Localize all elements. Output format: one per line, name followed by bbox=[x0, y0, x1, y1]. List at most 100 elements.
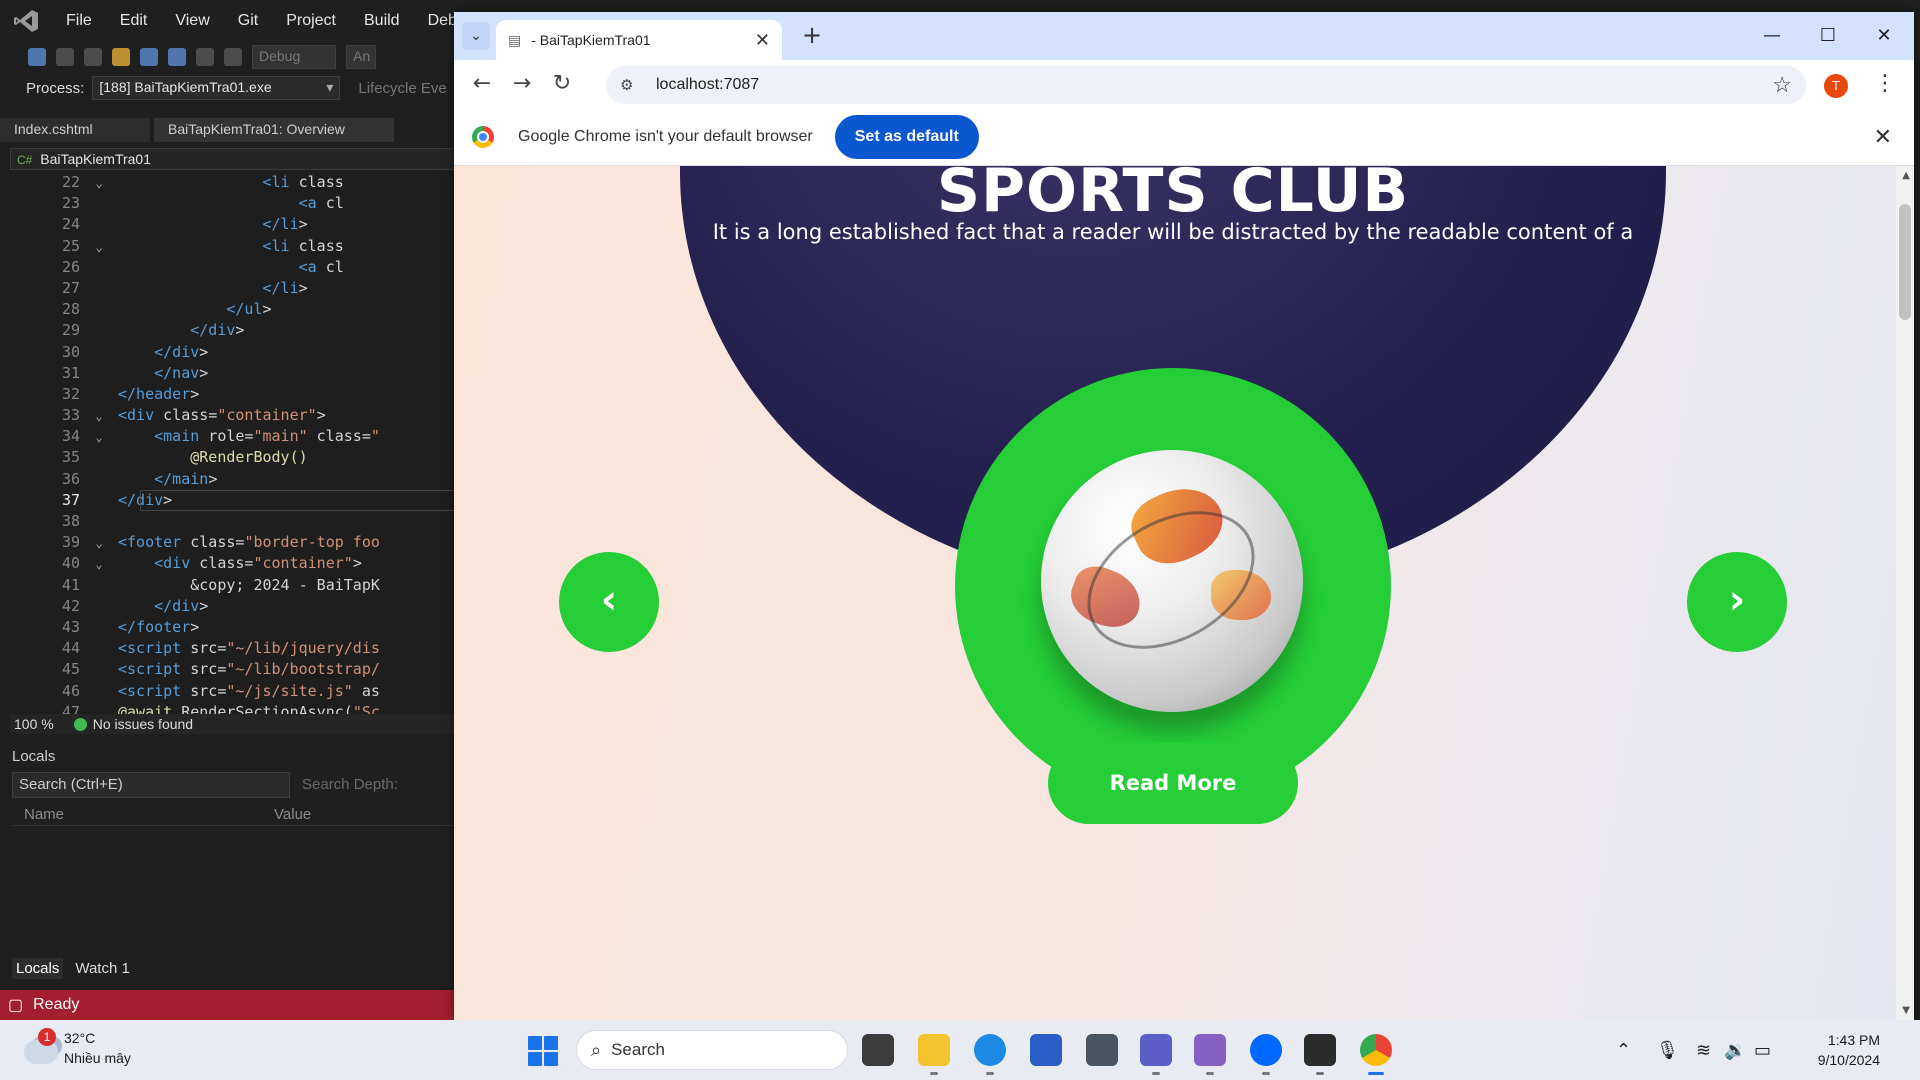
code-line[interactable]: 34 ⌄ <main role="main" class=" bbox=[10, 426, 460, 447]
scroll-up-icon[interactable]: ▲ bbox=[1902, 170, 1910, 181]
fold-toggle-icon[interactable]: ⌄ bbox=[80, 237, 118, 258]
code-line[interactable]: 28 </ul> bbox=[10, 299, 460, 320]
code-editor[interactable]: 22 ⌄ <li class 23 <a cl 24 </li> 25 ⌄ <li cla… bbox=[10, 172, 460, 714]
menu-file[interactable]: File bbox=[52, 12, 106, 30]
set-as-default-button[interactable]: Set as default bbox=[834, 114, 979, 159]
column-value[interactable]: Value bbox=[262, 804, 323, 825]
terminal-icon[interactable] bbox=[1304, 1034, 1336, 1075]
forward-nav-icon[interactable] bbox=[56, 48, 74, 66]
system-clock[interactable]: 1:43 PM 9/10/2024 bbox=[1794, 1030, 1880, 1070]
menu-view[interactable]: View bbox=[161, 12, 223, 30]
bookmark-star-icon[interactable]: ☆ bbox=[1772, 72, 1792, 98]
locals-search-input[interactable]: Search (Ctrl+E) bbox=[12, 772, 290, 798]
code-line[interactable]: 31 </nav> bbox=[10, 363, 460, 384]
code-line[interactable]: 42 </div> bbox=[10, 596, 460, 617]
undo-icon[interactable] bbox=[196, 48, 214, 66]
zalo-icon[interactable] bbox=[1250, 1034, 1282, 1075]
maximize-icon[interactable]: ☐ bbox=[1816, 24, 1840, 48]
volume-icon[interactable]: 🔉 bbox=[1724, 1040, 1746, 1061]
close-infobar-icon[interactable]: ✕ bbox=[1874, 124, 1892, 150]
project-navigation-bar[interactable]: C# BaiTapKiemTra01 bbox=[10, 148, 460, 170]
code-line[interactable]: 36 </main> bbox=[10, 469, 460, 490]
fold-toggle-icon[interactable]: ⌄ bbox=[80, 533, 118, 554]
minimize-icon[interactable]: — bbox=[1760, 24, 1784, 48]
fold-toggle-icon[interactable]: ⌄ bbox=[80, 406, 118, 427]
app-icon[interactable] bbox=[1086, 1034, 1118, 1066]
lifecycle-events[interactable]: Lifecycle Eve bbox=[358, 80, 446, 97]
tab-watch-1[interactable]: Watch 1 bbox=[71, 958, 133, 979]
edge-icon[interactable] bbox=[974, 1034, 1006, 1075]
code-line[interactable]: 40 ⌄ <div class="container"> bbox=[10, 553, 460, 574]
fold-toggle-icon[interactable]: ⌄ bbox=[80, 427, 118, 448]
code-line[interactable]: 25 ⌄ <li class bbox=[10, 236, 460, 257]
code-line[interactable]: 26 <a cl bbox=[10, 257, 460, 278]
config-dropdown[interactable]: Debug bbox=[252, 45, 336, 69]
weather-widget[interactable]: 1 32°C Nhiều mây bbox=[22, 1028, 222, 1072]
microphone-muted-icon[interactable]: 🎙 bbox=[1656, 1040, 1679, 1061]
code-line[interactable]: 23 <a cl bbox=[10, 193, 460, 214]
zoom-level[interactable]: 100 % bbox=[14, 716, 54, 732]
platform-dropdown[interactable]: An bbox=[346, 45, 376, 69]
file-explorer-icon[interactable] bbox=[918, 1034, 950, 1075]
close-tab-icon[interactable]: ✕ bbox=[755, 30, 770, 51]
scrollbar-thumb[interactable] bbox=[1899, 204, 1911, 320]
menu-build[interactable]: Build bbox=[350, 12, 414, 30]
redo-icon[interactable] bbox=[224, 48, 242, 66]
save-icon[interactable] bbox=[140, 48, 158, 66]
code-line[interactable]: 47 @await RenderSectionAsync("Sc bbox=[10, 702, 460, 714]
read-more-button[interactable]: Read More bbox=[1048, 742, 1298, 824]
code-line[interactable]: 38 bbox=[10, 511, 460, 532]
back-icon[interactable]: ← bbox=[462, 64, 502, 104]
code-line[interactable]: 22 ⌄ <li class bbox=[10, 172, 460, 193]
save-all-icon[interactable] bbox=[168, 48, 186, 66]
carousel-prev-button[interactable]: ‹ bbox=[559, 552, 659, 652]
profile-avatar[interactable]: T bbox=[1824, 74, 1848, 98]
code-line[interactable]: 24 </li> bbox=[10, 214, 460, 235]
code-line[interactable]: 32 </header> bbox=[10, 384, 460, 405]
site-info-icon[interactable]: ⚙ bbox=[620, 76, 646, 94]
chrome-taskbar-icon[interactable] bbox=[1360, 1034, 1392, 1075]
tab-search-button[interactable]: ⌄ bbox=[462, 22, 490, 50]
code-line[interactable]: 43 </footer> bbox=[10, 617, 460, 638]
issues-indicator[interactable]: No issues found bbox=[73, 716, 193, 732]
visual-studio-logo-icon[interactable] bbox=[0, 0, 52, 42]
reload-icon[interactable]: ↻ bbox=[542, 64, 582, 104]
task-view-icon[interactable] bbox=[862, 1034, 894, 1066]
browser-tab[interactable]: ▤ - BaiTapKiemTra01 ✕ bbox=[496, 20, 782, 60]
code-line[interactable]: 41 &copy; 2024 - BaiTapK bbox=[10, 575, 460, 596]
code-line[interactable]: 29 </div> bbox=[10, 320, 460, 341]
process-dropdown[interactable]: [188] BaiTapKiemTra01.exe bbox=[92, 76, 341, 100]
fold-toggle-icon[interactable]: ⌄ bbox=[80, 173, 118, 194]
tab-index-cshtml[interactable]: Index.cshtml bbox=[0, 118, 150, 142]
carousel-next-button[interactable]: › bbox=[1687, 552, 1787, 652]
code-line[interactable]: 37 </div> bbox=[10, 489, 460, 511]
menu-edit[interactable]: Edit bbox=[106, 12, 162, 30]
visual-studio-taskbar-icon[interactable] bbox=[1194, 1034, 1226, 1075]
code-line[interactable]: 35 @RenderBody() bbox=[10, 447, 460, 468]
menu-git[interactable]: Git bbox=[224, 12, 272, 30]
code-line[interactable]: 33 ⌄ <div class="container"> bbox=[10, 405, 460, 426]
chrome-menu-icon[interactable]: ⋮ bbox=[1874, 70, 1896, 98]
chevron-up-icon[interactable]: ⌃ bbox=[1616, 1040, 1631, 1061]
code-line[interactable]: 46 <script src="~/js/site.js" as bbox=[10, 681, 460, 702]
page-scrollbar[interactable]: ▲ ▼ bbox=[1896, 166, 1914, 1020]
taskbar-search[interactable]: ⌕ Search bbox=[576, 1030, 848, 1070]
code-line[interactable]: 39 ⌄ <footer class="border-top foo bbox=[10, 532, 460, 553]
close-window-icon[interactable]: ✕ bbox=[1872, 24, 1896, 48]
scroll-down-icon[interactable]: ▼ bbox=[1902, 1005, 1910, 1016]
code-line[interactable]: 44 <script src="~/lib/jquery/dis bbox=[10, 638, 460, 659]
fold-toggle-icon[interactable]: ⌄ bbox=[80, 554, 118, 575]
teams-icon[interactable] bbox=[1140, 1034, 1172, 1075]
address-bar[interactable]: ⚙ localhost:7087 ☆ bbox=[606, 66, 1806, 104]
windows-start-icon[interactable] bbox=[528, 1036, 558, 1066]
code-line[interactable]: 45 <script src="~/lib/bootstrap/ bbox=[10, 659, 460, 680]
tab-locals[interactable]: Locals bbox=[12, 958, 64, 979]
menu-project[interactable]: Project bbox=[272, 12, 350, 30]
new-item-icon[interactable] bbox=[84, 48, 102, 66]
battery-icon[interactable]: ▭ bbox=[1754, 1040, 1771, 1061]
code-line[interactable]: 30 </div> bbox=[10, 342, 460, 363]
column-name[interactable]: Name bbox=[12, 804, 262, 825]
back-nav-icon[interactable] bbox=[28, 48, 46, 66]
open-folder-icon[interactable] bbox=[112, 48, 130, 66]
tab-overview[interactable]: BaiTapKiemTra01: Overview bbox=[154, 118, 394, 142]
